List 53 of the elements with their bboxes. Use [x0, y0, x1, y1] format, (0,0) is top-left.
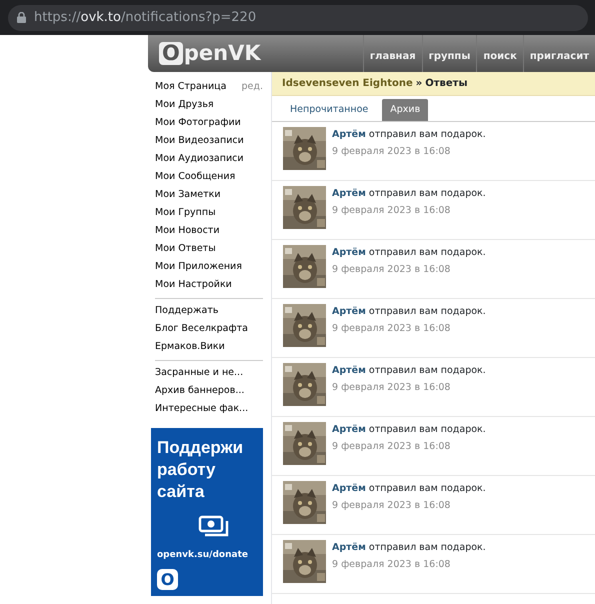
notification-text: Артём отправил вам подарок.: [332, 305, 486, 319]
author-link[interactable]: Артём: [332, 365, 366, 376]
author-link[interactable]: Артём: [332, 129, 366, 140]
sidebar-link[interactable]: Мои Группы: [155, 204, 263, 222]
tab[interactable]: Архив: [382, 98, 428, 121]
author-link[interactable]: Артём: [332, 306, 366, 317]
breadcrumb-page: Ответы: [425, 77, 468, 91]
author-link[interactable]: Артём: [332, 247, 366, 258]
sidebar-link[interactable]: Мои Аудиозаписи: [155, 150, 263, 168]
author-link[interactable]: Артём: [332, 483, 366, 494]
notification-time: 9 февраля 2023 в 16:08: [332, 145, 452, 160]
notification-time: 9 февраля 2023 в 16:08: [332, 263, 452, 278]
notification-text: Артём отправил вам подарок.: [332, 187, 486, 201]
sidebar-link[interactable]: Мои Ответы: [155, 240, 263, 258]
breadcrumb-separator: »: [416, 77, 422, 91]
donate-banner[interactable]: Поддержи работу сайта openvk.su/donate O: [151, 428, 263, 596]
notification-text: Артём отправил вам подарок.: [332, 364, 486, 378]
sidebar-link[interactable]: Мои Приложения: [155, 258, 263, 276]
sidebar-link[interactable]: Мои Друзья: [155, 96, 263, 114]
notification-time: 9 февраля 2023 в 16:08: [332, 204, 452, 218]
banner-logo: O: [157, 568, 178, 590]
sidebar-link[interactable]: Мои Видеозаписи: [155, 132, 263, 150]
notification-text: Артём отправил вам подарок.: [332, 128, 486, 142]
notification-time: 9 февраля 2023 в 16:08: [332, 558, 452, 572]
notification-time: 9 февраля 2023 в 16:08: [332, 322, 452, 336]
banner-url: openvk.su/donate: [157, 549, 249, 562]
author-link[interactable]: Артём: [332, 542, 366, 553]
sidebar-link[interactable]: Ермаков.Вики: [155, 338, 263, 356]
breadcrumb-user-link[interactable]: Idsevenseven Eightone: [282, 76, 413, 91]
notification-time: 9 февраля 2023 в 16:08: [332, 499, 452, 514]
sidebar-link[interactable]: Блог Веселкрафта: [155, 320, 263, 338]
sidebar-link[interactable]: Поддержать: [155, 302, 263, 320]
sidebar-link[interactable]: Мои Новости: [155, 222, 263, 240]
notification-time: 9 февраля 2023 в 16:08: [332, 381, 452, 396]
sidebar-link[interactable]: Засранные и не...: [155, 364, 263, 382]
notification-text: Артём отправил вам подарок.: [332, 246, 486, 260]
sidebar-link[interactable]: Мои Сообщения: [155, 168, 263, 186]
notification-text: Артём отправил вам подарок.: [332, 482, 486, 496]
tab[interactable]: Непрочитанное: [282, 98, 376, 121]
author-link[interactable]: Артём: [332, 424, 366, 435]
sidebar-link[interactable]: Мои Настройки: [155, 276, 263, 294]
sidebar-link[interactable]: Мои Фотографии: [155, 114, 263, 132]
sidebar-link[interactable]: Моя Страница: [155, 80, 226, 94]
banner-title: Поддержи работу сайта: [157, 437, 244, 504]
sidebar-link[interactable]: Архив баннеров...: [155, 382, 263, 400]
notification-text: Артём отправил вам подарок.: [332, 541, 486, 555]
notification-text: Артём отправил вам подарок.: [332, 423, 486, 437]
edit-link[interactable]: ред.: [242, 80, 263, 94]
notification-time: 9 февраля 2023 в 16:08: [332, 440, 452, 454]
lock-icon: [17, 12, 26, 23]
sidebar-link[interactable]: Интересные фак...: [155, 400, 263, 418]
author-link[interactable]: Артём: [332, 188, 366, 199]
sidebar-link[interactable]: Мои Заметки: [155, 186, 263, 204]
